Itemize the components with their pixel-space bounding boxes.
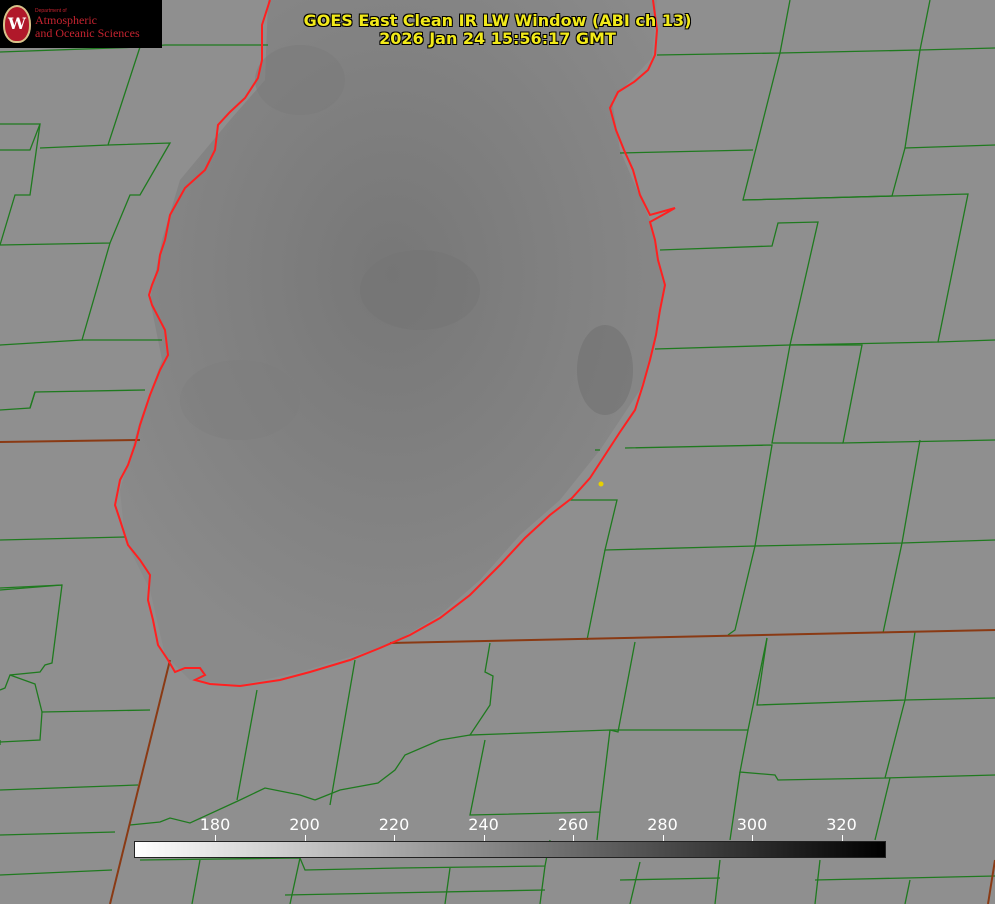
colorbar-tick-mark — [394, 835, 395, 841]
colorbar-tick-mark — [483, 835, 485, 841]
colorbar-tick-mark — [841, 835, 843, 841]
colorbar-tick-mark — [662, 835, 664, 841]
colorbar-tick-label: 200 — [289, 815, 320, 834]
cloud-patch — [180, 360, 300, 440]
colorbar-tick-mark — [573, 835, 574, 841]
colorbar-tick-label: 280 — [647, 815, 678, 834]
colorbar-tick-label: 260 — [557, 815, 589, 834]
satellite-map — [0, 0, 995, 904]
temperature-colorbar — [134, 841, 886, 858]
cloud-patch — [255, 45, 345, 115]
colorbar-tick-label: 300 — [736, 815, 768, 834]
colorbar-tick-label: 220 — [378, 815, 410, 834]
image-title: GOES East Clean IR LW Window (ABI ch 13) — [303, 11, 692, 30]
image-timestamp: 2026 Jan 24 15:56:17 GMT — [379, 29, 616, 48]
colorbar-tick-label: 320 — [826, 815, 857, 834]
colorbar-tick-label: 240 — [468, 815, 499, 834]
colorbar-tick-label: 180 — [199, 815, 231, 834]
location-marker — [598, 481, 604, 487]
colorbar-tick-mark — [215, 835, 216, 841]
cloud-patch — [360, 250, 480, 330]
colorbar-tick-mark — [304, 835, 306, 841]
colorbar-tick-mark — [752, 835, 753, 841]
cloud-patch — [577, 325, 633, 415]
